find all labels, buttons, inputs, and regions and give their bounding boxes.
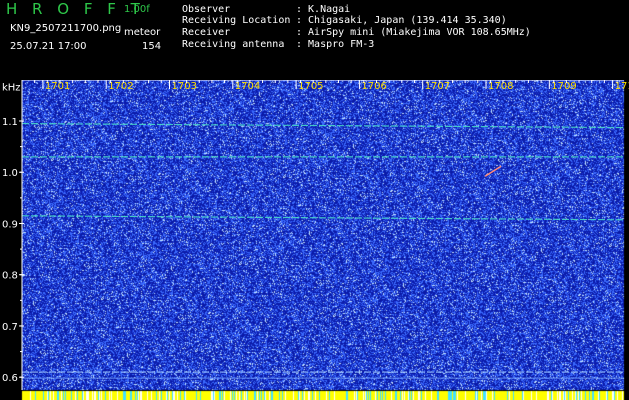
- x-tick-label: 1703: [171, 81, 196, 92]
- x-tick-label: 1705: [298, 81, 323, 92]
- version-label: 1.00f: [124, 4, 150, 15]
- y-tick-label: 0.9: [2, 219, 18, 230]
- meteor-echo: [484, 165, 502, 177]
- location-value: : Chigasaki, Japan (139.414 35.340): [296, 15, 507, 26]
- location-label: Receiving Location: [182, 15, 291, 26]
- y-tick-label: 0.6: [2, 373, 18, 384]
- y-tick-label: 1.0: [2, 168, 18, 179]
- y-tick-label: 1.1: [2, 117, 18, 128]
- y-tick-label: 0.7: [2, 322, 18, 333]
- y-tick-label: 0.8: [2, 271, 18, 282]
- datetime-label: 25.07.21 17:00: [10, 41, 87, 52]
- x-tick-label: 1701: [45, 81, 70, 92]
- x-tick-label: 1708: [488, 81, 513, 92]
- x-tick-label: 1709: [551, 81, 576, 92]
- waterfall-overlay: kHz 1.1 1.0 0.9 0.8 0.7 0.6 1701 1702 1703 1704 170…: [2, 80, 629, 390]
- carrier-line: [21, 122, 625, 129]
- receiver-value: : AirSpy mini (Miakejima VOR 108.65MHz): [296, 27, 531, 38]
- x-tick-label: 1707: [425, 81, 450, 92]
- x-tick-label: 1702: [108, 81, 133, 92]
- waterfall-plot: kHz 1.1 1.0 0.9 0.8 0.7 0.6 1701 1702 1703 1704 170…: [0, 80, 629, 400]
- filename-label: KN9_2507211700.png: [10, 23, 122, 34]
- mode-label: meteor: [124, 27, 161, 38]
- antenna-value: : Maspro FM-3: [296, 39, 375, 50]
- y-unit-label: kHz: [2, 82, 21, 93]
- count-label: 154: [142, 41, 162, 52]
- x-tick-label: 1704: [235, 81, 260, 92]
- carrier-line: [21, 215, 625, 221]
- header-panel: H R O F F T 1.00f KN9_2507211700.png met…: [0, 0, 629, 80]
- x-tick-label: 1706: [361, 81, 386, 92]
- receiver-label: Receiver: [182, 27, 231, 38]
- antenna-label: Receiving antenna: [182, 39, 285, 50]
